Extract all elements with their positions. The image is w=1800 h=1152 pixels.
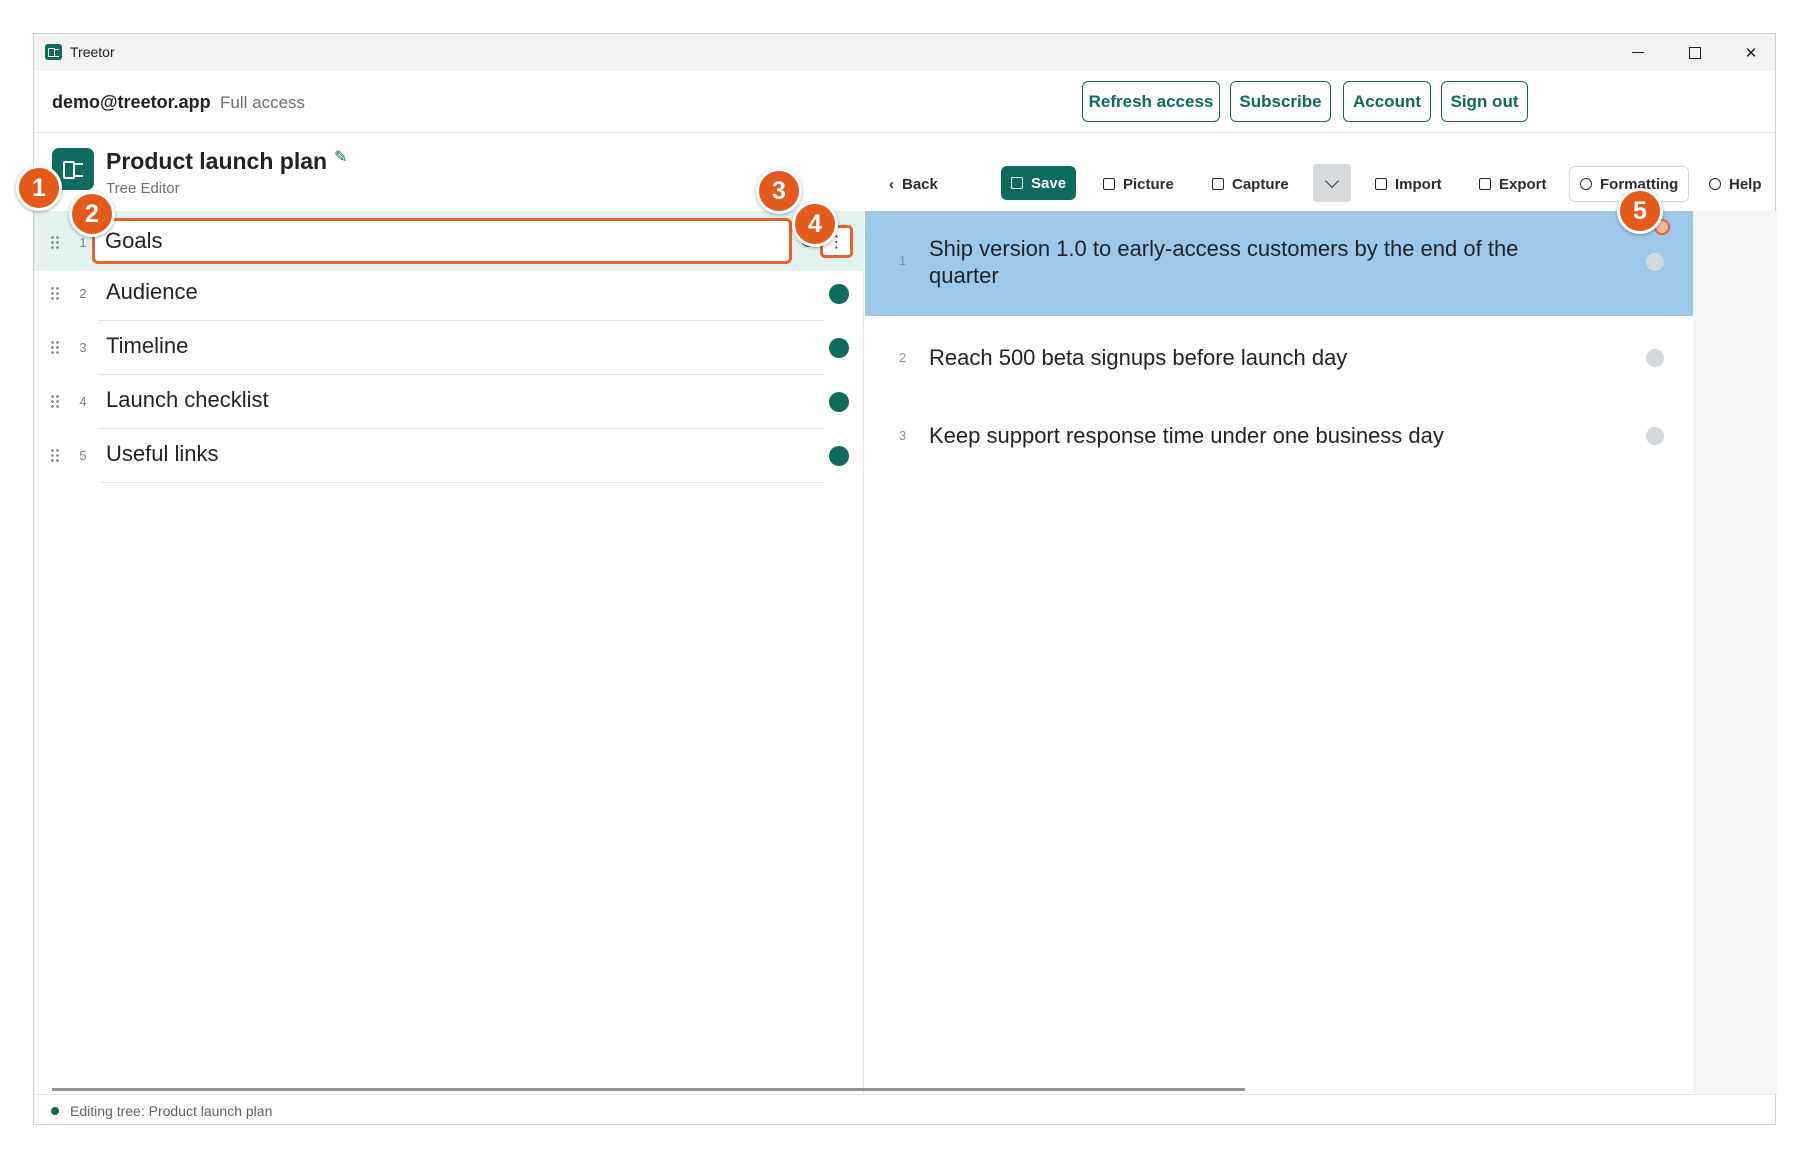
title-bar: Treetor ✕ bbox=[34, 34, 1775, 71]
row-divider bbox=[98, 482, 824, 483]
save-button[interactable]: Save bbox=[1001, 166, 1077, 200]
row-number: 4 bbox=[79, 394, 87, 409]
node-name-input[interactable] bbox=[92, 218, 792, 264]
goal-text: Ship version 1.0 to early-access custome… bbox=[929, 236, 1519, 288]
goal-item[interactable]: 2 Reach 500 beta signups before launch d… bbox=[865, 316, 1693, 394]
node-content-pane: 1 Ship version 1.0 to early-access custo… bbox=[865, 211, 1693, 1094]
export-button[interactable]: Export bbox=[1469, 166, 1557, 202]
node-status-dot[interactable] bbox=[829, 446, 849, 466]
node-label: Timeline bbox=[106, 333, 189, 358]
account-button[interactable]: Account bbox=[1343, 81, 1431, 122]
horizontal-scrollbar[interactable] bbox=[52, 1088, 1245, 1091]
window-title: Treetor bbox=[70, 44, 115, 60]
app-logo-icon bbox=[45, 44, 62, 60]
tree-row-goals[interactable]: 1 ⋮ bbox=[34, 211, 864, 271]
account-bar: demo@treetor.app Full access Refresh acc… bbox=[34, 71, 1775, 133]
capture-button[interactable]: Capture bbox=[1202, 166, 1299, 202]
close-window-button[interactable]: ✕ bbox=[1723, 34, 1779, 71]
camera-icon bbox=[1212, 178, 1224, 190]
maximize-button[interactable] bbox=[1667, 34, 1723, 71]
capture-dropdown-button[interactable] bbox=[1313, 164, 1351, 202]
picture-button[interactable]: Picture bbox=[1093, 166, 1184, 202]
node-label: Launch checklist bbox=[106, 387, 269, 412]
goal-text: Keep support response time under one bus… bbox=[929, 423, 1444, 448]
goal-number: 3 bbox=[899, 428, 907, 443]
drag-handle-icon[interactable] bbox=[50, 394, 60, 408]
app-window: Treetor ✕ demo@treetor.app Full access R… bbox=[33, 33, 1777, 1126]
folder-icon bbox=[1375, 178, 1387, 190]
callout-badge: 3 bbox=[756, 168, 802, 214]
goal-number: 2 bbox=[899, 350, 907, 365]
tree-row-launch-checklist[interactable]: 4 Launch checklist bbox=[34, 375, 864, 429]
callout-badge: 4 bbox=[792, 201, 838, 247]
row-number: 5 bbox=[79, 448, 87, 463]
drag-handle-icon[interactable] bbox=[50, 235, 60, 249]
picture-icon bbox=[1103, 178, 1115, 190]
node-status-dot[interactable] bbox=[829, 284, 849, 304]
row-number: 2 bbox=[79, 286, 87, 301]
row-number: 3 bbox=[79, 340, 87, 355]
goal-text: Reach 500 beta signups before launch day bbox=[929, 345, 1348, 370]
tree-title: Product launch plan bbox=[106, 148, 328, 174]
chevron-left-icon: ‹ bbox=[889, 175, 894, 193]
drag-handle-icon[interactable] bbox=[50, 286, 60, 300]
callout-badge: 5 bbox=[1617, 188, 1663, 234]
node-status-dot[interactable] bbox=[829, 392, 849, 412]
goal-number: 1 bbox=[899, 253, 907, 268]
goal-status-dot[interactable] bbox=[1646, 253, 1664, 271]
tree-row-audience[interactable]: 2 Audience bbox=[34, 267, 864, 321]
node-label: Useful links bbox=[106, 441, 219, 466]
access-level-label: Full access bbox=[220, 93, 306, 112]
node-label: Audience bbox=[106, 279, 198, 304]
goal-status-dot[interactable] bbox=[1646, 427, 1664, 445]
tree-header: Product launch plan ✎ Tree Editor bbox=[34, 134, 864, 212]
callout-badge: 2 bbox=[69, 191, 115, 237]
tree-subtitle: Tree Editor bbox=[106, 180, 180, 197]
row-number: 1 bbox=[79, 235, 87, 250]
tree-row-useful-links[interactable]: 5 Useful links bbox=[34, 429, 864, 483]
content-gutter bbox=[1693, 211, 1777, 1094]
user-email: demo@treetor.app bbox=[52, 92, 211, 112]
goal-item[interactable]: 1 Ship version 1.0 to early-access custo… bbox=[865, 211, 1693, 316]
callout-badge: 1 bbox=[16, 165, 62, 211]
formatting-icon bbox=[1580, 178, 1592, 190]
tree-node-list: 1 ⋮ 2 Audience 3 Timeline 4 Launch check… bbox=[34, 211, 864, 1094]
status-bar: Editing tree: Product launch plan bbox=[34, 1094, 1775, 1126]
subscribe-button[interactable]: Subscribe bbox=[1230, 81, 1331, 122]
import-button[interactable]: Import bbox=[1365, 166, 1452, 202]
minimize-button[interactable] bbox=[1610, 34, 1666, 71]
help-button[interactable]: Help bbox=[1699, 166, 1772, 202]
back-button[interactable]: ‹ Back bbox=[879, 166, 948, 202]
node-status-dot[interactable] bbox=[829, 338, 849, 358]
help-icon bbox=[1709, 178, 1721, 190]
status-indicator-icon bbox=[51, 1107, 59, 1115]
sign-out-button[interactable]: Sign out bbox=[1441, 81, 1528, 122]
goal-status-dot[interactable] bbox=[1646, 349, 1664, 367]
goal-item[interactable]: 3 Keep support response time under one b… bbox=[865, 394, 1693, 472]
status-text: Editing tree: Product launch plan bbox=[70, 1103, 273, 1119]
pencil-icon[interactable]: ✎ bbox=[334, 150, 350, 166]
drag-handle-icon[interactable] bbox=[50, 340, 60, 354]
drag-handle-icon[interactable] bbox=[50, 448, 60, 462]
export-icon bbox=[1479, 178, 1491, 190]
save-icon bbox=[1011, 177, 1023, 189]
tree-row-timeline[interactable]: 3 Timeline bbox=[34, 321, 864, 375]
refresh-access-button[interactable]: Refresh access bbox=[1082, 81, 1220, 122]
